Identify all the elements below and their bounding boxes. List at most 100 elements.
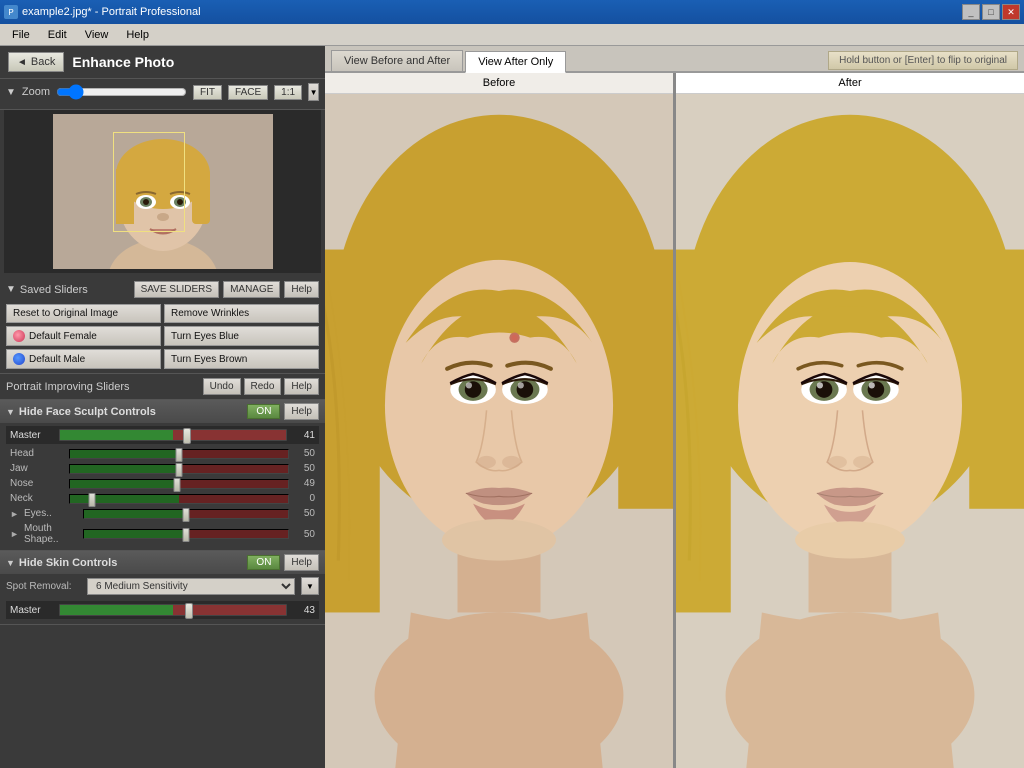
after-photo [676, 94, 1024, 768]
spot-removal-dropdown-arrow[interactable]: ▼ [301, 577, 319, 595]
saved-sliders-help-button[interactable]: Help [284, 281, 319, 298]
neck-slider-handle[interactable] [88, 493, 95, 507]
skin-controls-toggle-icon: ▼ [6, 558, 15, 568]
nose-value: 49 [293, 478, 315, 489]
controls-scroll[interactable]: ▼ Hide Face Sculpt Controls ON Help Mast… [0, 400, 325, 768]
master-slider-track[interactable] [59, 429, 287, 441]
skin-master-slider-row: Master 43 [6, 601, 319, 619]
eyes-slider-track[interactable] [83, 509, 289, 519]
left-panel: ◄ Back Enhance Photo ▼ Zoom FIT FACE 1:1… [0, 46, 325, 768]
zoom-options-button[interactable]: ▼ [308, 83, 319, 101]
mouth-slider-track[interactable] [83, 529, 289, 539]
male-icon [13, 353, 25, 365]
menu-help[interactable]: Help [118, 27, 157, 43]
mouth-slider-row[interactable]: ► Mouth Shape.. 50 [6, 521, 319, 547]
eyes-value: 50 [293, 508, 315, 519]
preset-eyes-brown-label: Turn Eyes Brown [171, 354, 247, 365]
skin-controls-on-button[interactable]: ON [247, 555, 280, 570]
skin-master-slider-track[interactable] [59, 604, 287, 616]
face-sculpt-on-button[interactable]: ON [247, 404, 280, 419]
preset-remove-wrinkles[interactable]: Remove Wrinkles [164, 304, 319, 323]
mouth-expand-icon: ► [10, 529, 20, 539]
thumbnail-selection-box[interactable] [113, 132, 185, 232]
minimize-button[interactable]: _ [962, 4, 980, 20]
before-photo-svg [325, 94, 673, 768]
portrait-help-button[interactable]: Help [284, 378, 319, 395]
menu-bar: File Edit View Help [0, 24, 1024, 46]
thumbnail[interactable] [53, 114, 273, 269]
eyes-slider-handle[interactable] [183, 508, 190, 522]
maximize-button[interactable]: □ [982, 4, 1000, 20]
skin-controls-section: ▼ Hide Skin Controls ON Help Spot Remova… [0, 551, 325, 625]
zoom-slider[interactable] [56, 85, 187, 99]
tab-before-and-after[interactable]: View Before and After [331, 50, 463, 71]
female-icon [13, 330, 25, 342]
eyes-label: Eyes.. [24, 508, 79, 519]
manage-button[interactable]: MANAGE [223, 281, 280, 298]
zoom-toggle-icon[interactable]: ▼ [6, 87, 16, 98]
redo-button[interactable]: Redo [244, 378, 282, 395]
skin-controls-header[interactable]: ▼ Hide Skin Controls ON Help [0, 551, 325, 574]
neck-slider-track[interactable] [69, 494, 289, 504]
thumbnail-area [4, 110, 321, 273]
head-label: Head [10, 448, 65, 459]
spot-removal-row: Spot Removal: 6 Medium Sensitivity ▼ [0, 574, 325, 598]
neck-label: Neck [10, 493, 65, 504]
undo-button[interactable]: Undo [203, 378, 241, 395]
right-panel: View Before and After View After Only Ho… [325, 46, 1024, 768]
menu-view[interactable]: View [77, 27, 117, 43]
head-slider-row: Head 50 [6, 446, 319, 461]
master-slider-handle[interactable] [183, 428, 191, 444]
jaw-value: 50 [293, 463, 315, 474]
jaw-slider-row: Jaw 50 [6, 461, 319, 476]
dropdown-arrow-icon: ▼ [306, 582, 314, 591]
face-sculpt-section: ▼ Hide Face Sculpt Controls ON Help Mast… [0, 400, 325, 551]
spot-removal-label: Spot Removal: [6, 581, 81, 592]
nose-slider-handle[interactable] [173, 478, 180, 492]
close-button[interactable]: ✕ [1002, 4, 1020, 20]
tab-after-only[interactable]: View After Only [465, 51, 566, 73]
eyes-expand-icon: ► [10, 509, 20, 519]
jaw-slider-track[interactable] [69, 464, 289, 474]
portrait-sliders-title: Portrait Improving Sliders [6, 381, 197, 393]
preset-reset[interactable]: Reset to Original Image [6, 304, 161, 323]
zoom-face-button[interactable]: FACE [228, 85, 268, 100]
before-label: Before [325, 73, 673, 94]
preset-grid: Reset to Original Image Remove Wrinkles … [6, 304, 319, 369]
preset-turn-eyes-brown[interactable]: Turn Eyes Brown [164, 349, 319, 369]
zoom-section: ▼ Zoom FIT FACE 1:1 ▼ [0, 79, 325, 110]
nose-label: Nose [10, 478, 65, 489]
jaw-slider-handle[interactable] [176, 463, 183, 477]
save-sliders-button[interactable]: SAVE SLIDERS [134, 281, 220, 298]
preset-default-male[interactable]: Default Male [6, 349, 161, 369]
after-panel: After [676, 73, 1024, 768]
back-button[interactable]: ◄ Back [8, 52, 64, 72]
mouth-label: Mouth Shape.. [24, 523, 79, 545]
skin-controls-help-button[interactable]: Help [284, 554, 319, 571]
preset-remove-wrinkles-label: Remove Wrinkles [171, 308, 249, 319]
menu-file[interactable]: File [4, 27, 38, 43]
zoom-fit-button[interactable]: FIT [193, 85, 222, 100]
title-bar: P example2.jpg* - Portrait Professional … [0, 0, 1024, 24]
nose-slider-track[interactable] [69, 479, 289, 489]
head-slider-handle[interactable] [176, 448, 183, 462]
zoom-options-icon: ▼ [310, 88, 318, 97]
master-slider-label: Master [10, 430, 55, 441]
face-sculpt-header[interactable]: ▼ Hide Face Sculpt Controls ON Help [0, 400, 325, 423]
saved-sliders-toggle[interactable]: ▼ [6, 284, 16, 295]
face-sculpt-help-button[interactable]: Help [284, 403, 319, 420]
preset-turn-eyes-blue[interactable]: Turn Eyes Blue [164, 326, 319, 346]
preset-default-female[interactable]: Default Female [6, 326, 161, 346]
head-slider-track[interactable] [69, 449, 289, 459]
face-sculpt-sliders: Master 41 Head 50 [0, 423, 325, 550]
skin-master-label: Master [10, 605, 55, 616]
eyes-slider-row[interactable]: ► Eyes.. 50 [6, 506, 319, 521]
skin-master-slider-handle[interactable] [185, 603, 193, 619]
mouth-slider-handle[interactable] [183, 528, 190, 542]
preset-female-label: Default Female [29, 331, 97, 342]
skin-master-value: 43 [291, 605, 315, 616]
menu-edit[interactable]: Edit [40, 27, 75, 43]
zoom-1x-button[interactable]: 1:1 [274, 85, 302, 100]
spot-removal-select[interactable]: 6 Medium Sensitivity [87, 578, 295, 595]
after-label: After [676, 73, 1024, 94]
